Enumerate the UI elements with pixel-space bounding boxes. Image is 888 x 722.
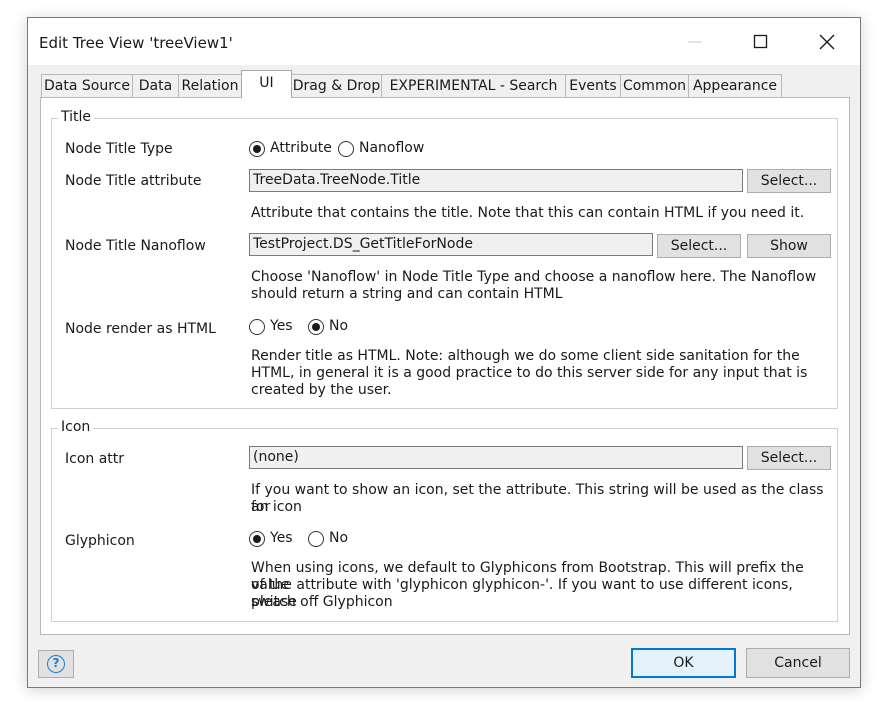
node-title-nanoflow-label: Node Title Nanoflow	[65, 238, 206, 254]
node-title-type-label: Node Title Type	[65, 141, 173, 157]
radio-nanoflow-label: Nanoflow	[359, 140, 425, 156]
tab-appearance[interactable]: Appearance	[688, 74, 782, 97]
minimize-icon	[688, 41, 702, 43]
tab-events[interactable]: Events	[565, 74, 621, 97]
radio-render-html-no-label: No	[329, 318, 349, 334]
window-title: Edit Tree View 'treeView1'	[39, 34, 233, 52]
radio-render-html-no-dot	[311, 322, 320, 331]
edit-tree-view-dialog: Edit Tree View 'treeView1' Data Source D…	[27, 17, 861, 688]
node-render-html-help-2: HTML, in general it is a good practice t…	[251, 365, 808, 381]
icon-attr-help-2: an icon	[251, 499, 302, 515]
radio-glyphicon-no-circle	[308, 531, 324, 547]
node-title-nanoflow-show-button[interactable]: Show	[747, 234, 831, 258]
radio-attribute-circle	[249, 141, 265, 157]
node-title-attribute-help: Attribute that contains the title. Note …	[251, 205, 805, 221]
node-title-nanoflow-help-2: should return a string and can contain H…	[251, 286, 563, 302]
node-title-attribute-field[interactable]: TreeData.TreeNode.Title	[249, 169, 743, 192]
radio-glyphicon-yes-dot	[252, 534, 261, 543]
glyphicon-label: Glyphicon	[65, 533, 135, 549]
cancel-button[interactable]: Cancel	[746, 648, 850, 678]
node-render-html-help-1: Render title as HTML. Note: although we …	[251, 348, 800, 364]
node-title-nanoflow-select-button[interactable]: Select...	[657, 234, 741, 258]
icon-group-legend: Icon	[58, 419, 94, 435]
radio-attribute-label: Attribute	[270, 140, 332, 156]
tab-data[interactable]: Data	[132, 74, 179, 97]
radio-nanoflow[interactable]: Nanoflow	[338, 140, 425, 160]
radio-nanoflow-circle	[338, 141, 354, 157]
tab-strip: Data Source Data Relation UI Drag & Drop…	[41, 70, 861, 99]
radio-glyphicon-yes-circle	[249, 531, 265, 547]
tab-experimental-search[interactable]: EXPERIMENTAL - Search	[381, 74, 566, 97]
glyphicon-help-3: switch off Glyphicon	[251, 594, 393, 610]
radio-render-html-yes[interactable]: Yes	[249, 318, 301, 338]
ok-button[interactable]: OK	[631, 648, 736, 678]
radio-attribute[interactable]: Attribute	[249, 140, 332, 160]
title-group: Title Node Title Type Attribute Nanoflow…	[51, 109, 838, 409]
close-icon	[819, 34, 835, 50]
ui-tab-panel: Title Node Title Type Attribute Nanoflow…	[40, 97, 850, 635]
maximize-icon	[753, 34, 768, 49]
radio-render-html-yes-circle	[249, 319, 265, 335]
close-button[interactable]	[810, 28, 844, 56]
node-render-html-help-3: created by the user.	[251, 382, 392, 398]
maximize-button[interactable]	[744, 28, 778, 56]
tab-drag-drop[interactable]: Drag & Drop	[291, 74, 382, 97]
title-group-legend: Title	[58, 109, 95, 125]
tab-relation[interactable]: Relation	[178, 74, 242, 97]
radio-render-html-yes-label: Yes	[270, 318, 293, 334]
icon-attr-label: Icon attr	[65, 451, 125, 467]
icon-attr-select-button[interactable]: Select...	[747, 446, 831, 470]
node-title-nanoflow-field[interactable]: TestProject.DS_GetTitleForNode	[249, 233, 653, 256]
icon-attr-help-1: If you want to show an icon, set the att…	[251, 482, 824, 515]
icon-group: Icon Icon attr (none) Select... If you w…	[51, 419, 838, 622]
question-circle-icon: ?	[47, 655, 65, 673]
radio-glyphicon-yes[interactable]: Yes	[249, 530, 301, 550]
tab-common[interactable]: Common	[620, 74, 689, 97]
radio-glyphicon-no-label: No	[329, 530, 349, 546]
radio-render-html-no-circle	[308, 319, 324, 335]
radio-glyphicon-no[interactable]: No	[308, 530, 354, 550]
node-title-attribute-select-button[interactable]: Select...	[747, 169, 831, 193]
radio-render-html-no[interactable]: No	[308, 318, 354, 338]
tab-data-source[interactable]: Data Source	[41, 74, 133, 97]
title-bar: Edit Tree View 'treeView1'	[28, 18, 860, 65]
node-render-html-label: Node render as HTML	[65, 321, 216, 337]
minimize-button[interactable]	[678, 28, 712, 56]
icon-attr-field[interactable]: (none)	[249, 446, 743, 469]
node-title-attribute-label: Node Title attribute	[65, 173, 202, 189]
tab-ui[interactable]: UI	[241, 70, 292, 98]
node-title-nanoflow-help-1: Choose 'Nanoflow' in Node Title Type and…	[251, 269, 817, 285]
radio-glyphicon-yes-label: Yes	[270, 530, 293, 546]
radio-attribute-dot	[252, 144, 261, 153]
help-button[interactable]: ?	[38, 650, 74, 678]
